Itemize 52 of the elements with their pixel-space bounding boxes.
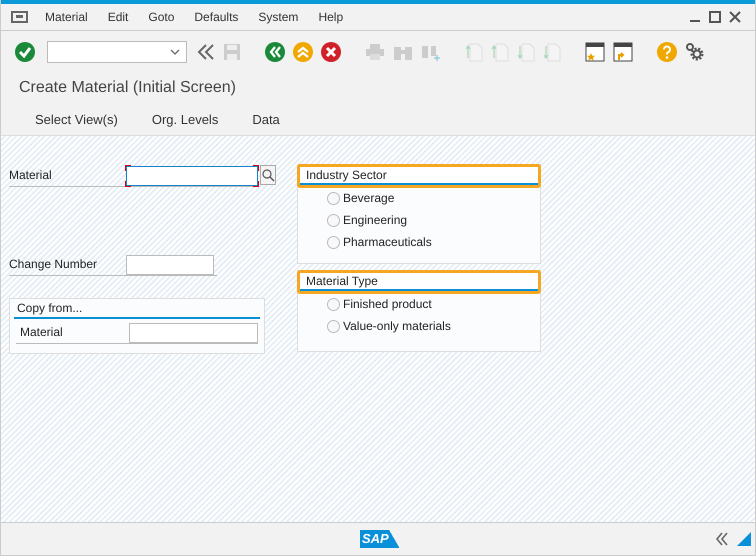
radio-label[interactable]: Finished product — [343, 297, 432, 311]
radio-label[interactable]: Pharmaceuticals — [343, 235, 432, 249]
radio-label[interactable]: Beverage — [343, 191, 394, 205]
page-up-icon[interactable] — [465, 42, 483, 62]
group-title: Industry Sector — [297, 164, 541, 188]
maximize-icon[interactable] — [709, 11, 721, 23]
input-field[interactable] — [126, 254, 214, 274]
double-left-icon[interactable] — [715, 532, 729, 546]
group-title: Material Type — [297, 270, 541, 294]
field-label: Material — [9, 168, 53, 182]
toolbar-button[interactable]: Data — [238, 108, 294, 130]
save-icon[interactable] — [223, 43, 241, 61]
page-down-icon[interactable] — [517, 42, 535, 62]
menu-item[interactable]: Edit — [108, 10, 128, 24]
menu-item[interactable]: Goto — [148, 10, 174, 24]
print-icon[interactable] — [365, 43, 385, 61]
checkmark-icon[interactable] — [15, 42, 35, 62]
menu-item[interactable]: Defaults — [194, 10, 238, 24]
menu-icon[interactable] — [11, 10, 29, 24]
cancel-icon[interactable] — [321, 42, 341, 62]
menu-item[interactable]: System — [258, 10, 298, 24]
radio-button[interactable] — [327, 192, 340, 204]
command-field[interactable] — [47, 41, 187, 63]
input-field[interactable] — [126, 166, 258, 186]
toolbar-button[interactable]: Select View(s) — [21, 108, 132, 130]
radio-button[interactable] — [327, 214, 340, 226]
radio-button[interactable] — [327, 298, 340, 310]
logo: SAP — [360, 530, 399, 548]
binoculars-plus-icon[interactable] — [421, 43, 441, 61]
resize-grip-icon[interactable] — [737, 532, 751, 546]
panel-title: Copy from... — [14, 301, 260, 319]
field-label: Material — [19, 325, 64, 339]
field-label: Change Number — [9, 257, 98, 271]
menu-item[interactable]: Help — [318, 10, 344, 24]
radio-label[interactable]: Engineering — [343, 213, 408, 227]
page-up-icon[interactable] — [491, 42, 509, 62]
radio-button[interactable] — [327, 236, 340, 248]
input-field[interactable] — [129, 322, 258, 342]
settings-icon[interactable] — [685, 42, 705, 62]
page-down-icon[interactable] — [543, 42, 561, 62]
toolbar-button[interactable]: Org. Levels — [138, 108, 232, 130]
screen-title: Create Material (Initial Screen) — [18, 78, 237, 98]
menu-item[interactable]: Material — [45, 10, 88, 24]
close-icon[interactable] — [729, 11, 741, 23]
help-icon[interactable] — [657, 42, 677, 62]
back-icon[interactable] — [265, 42, 285, 62]
radio-label[interactable]: Value-only materials — [343, 319, 451, 333]
up-icon[interactable] — [293, 42, 313, 62]
caret-icon[interactable] — [170, 49, 180, 55]
search-icon[interactable] — [260, 165, 276, 185]
radio-button[interactable] — [327, 320, 340, 332]
double-left-icon[interactable] — [197, 43, 215, 61]
